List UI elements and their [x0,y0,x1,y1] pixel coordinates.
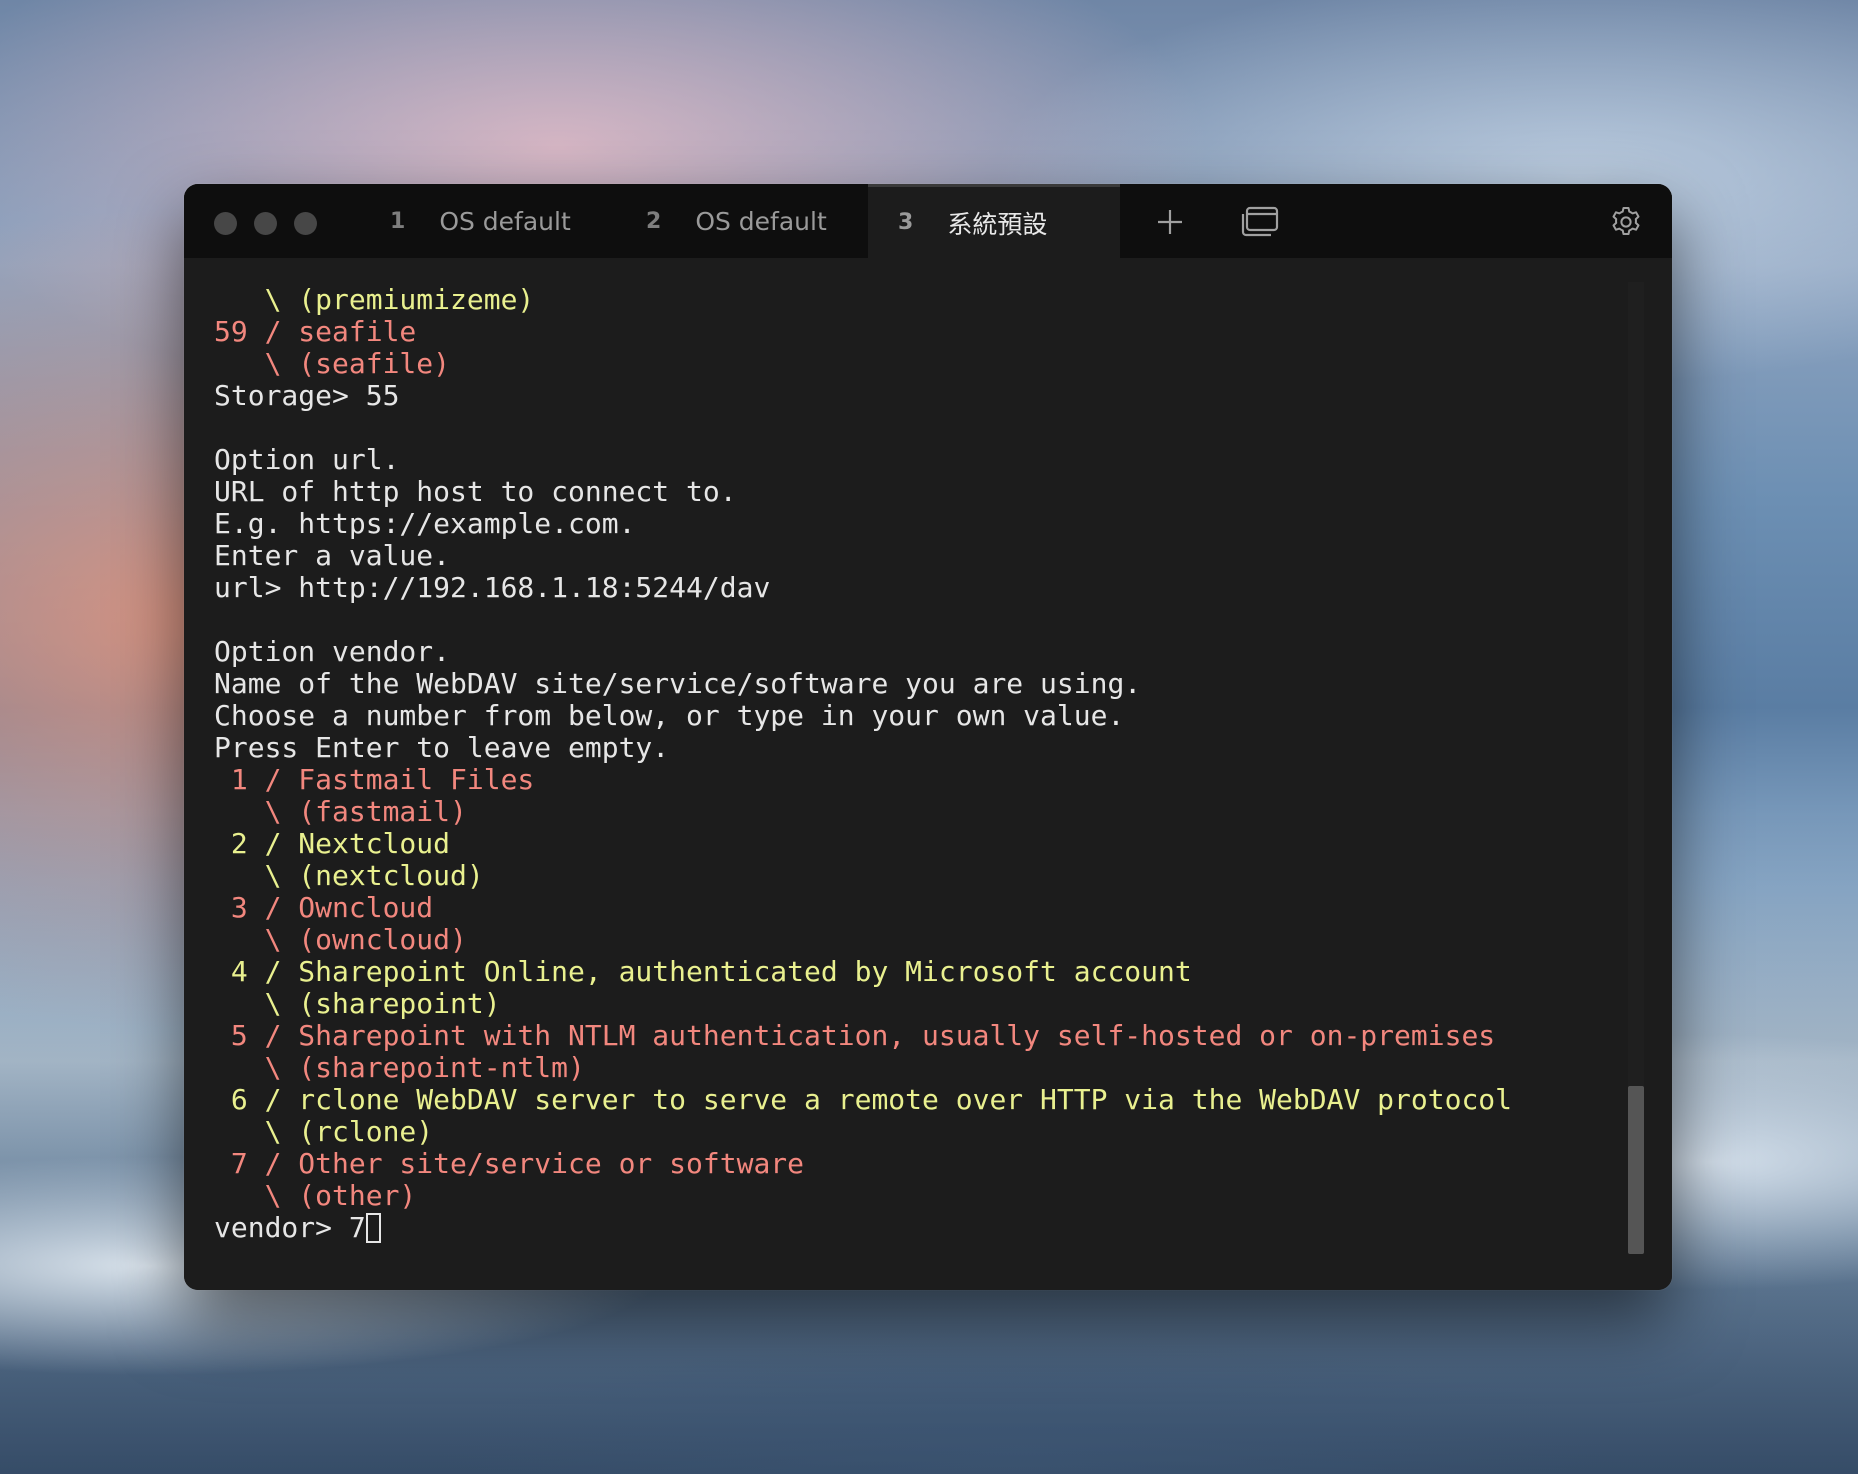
tab-number: 3 [898,210,914,235]
terminal-line: \ (sharepoint) [214,987,501,1020]
title-bar: 1 OS default 2 OS default 3 系統預設 [184,184,1672,258]
vendor-prompt: vendor> 7 [214,1211,366,1244]
terminal-line: Option vendor. [214,635,451,668]
terminal-line: 59 / seafile [214,315,417,348]
terminal-line: 3 / Owncloud [214,891,434,924]
scrollbar-thumb[interactable] [1628,1086,1644,1254]
minimize-window-button[interactable] [254,212,277,235]
terminal-line: url> http://192.168.1.18:5244/dav [214,571,771,604]
terminal-line: 1 / Fastmail Files [214,763,535,796]
tab-number: 2 [646,208,662,234]
terminal-line: \ (rclone) [214,1115,434,1148]
terminal-line: Enter a value. [214,539,451,572]
terminal-line: \ (other) [214,1179,417,1212]
vendor-prompt-line[interactable]: vendor> 7 [214,1212,1512,1244]
terminal-line: \ (nextcloud) [214,859,484,892]
terminal-line: Option url. [214,443,400,476]
tab-title: 系統預設 [947,209,1048,239]
terminal-line: \ (sharepoint-ntlm) [214,1051,585,1084]
tab-title: OS default [695,206,827,236]
new-tab-button[interactable] [1150,202,1190,242]
text-cursor [365,1213,381,1243]
plus-icon [1158,210,1182,234]
window-controls [214,212,317,235]
terminal-line: Storage> 55 [214,379,400,412]
terminal-line: \ (owncloud) [214,923,467,956]
terminal-line: \ (premiumizeme) [214,283,535,316]
terminal-line: Press Enter to leave empty. [214,731,670,764]
terminal-line: \ (seafile) [214,347,451,380]
terminal-line: 2 / Nextcloud [214,827,451,860]
terminal-line: 4 / Sharepoint Online, authenticated by … [214,955,1192,988]
tab-3[interactable]: 3 系統預設 [868,184,1120,258]
terminal-line: 7 / Other site/service or software [214,1147,805,1180]
tab-title: OS default [439,206,571,236]
tab-1[interactable]: 1 OS default [390,184,620,258]
terminal-output: \ (premiumizeme) 59 / seafile \ (seafile)… [214,284,1512,1244]
settings-button[interactable] [1606,202,1646,242]
terminal-line: \ (fastmail) [214,795,467,828]
terminal-pane[interactable]: \ (premiumizeme) 59 / seafile \ (seafile)… [184,258,1672,1290]
close-window-button[interactable] [214,212,237,235]
tab-2[interactable]: 2 OS default [646,184,876,258]
terminal-line: Choose a number from below, or type in y… [214,699,1125,732]
windows-button[interactable] [1240,202,1280,242]
zoom-window-button[interactable] [294,212,317,235]
tab-number: 1 [390,208,406,234]
terminal-line: URL of http host to connect to. [214,475,737,508]
terminal-window: 1 OS default 2 OS default 3 系統預設 \ (prem… [184,184,1672,1290]
terminal-line: 5 / Sharepoint with NTLM authentication,… [214,1019,1496,1052]
terminal-line: 6 / rclone WebDAV server to serve a remo… [214,1083,1513,1116]
gear-icon [1612,207,1640,235]
windows-icon [1241,206,1279,237]
terminal-line: Name of the WebDAV site/service/software… [214,667,1142,700]
terminal-line: E.g. https://example.com. [214,507,636,540]
